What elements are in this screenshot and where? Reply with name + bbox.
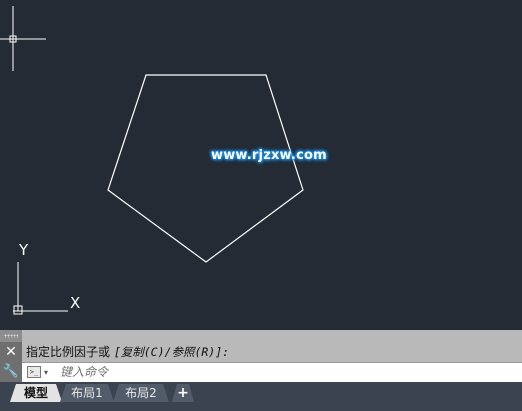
- command-history-options[interactable]: [复制(C)/参照(R)]:: [114, 345, 229, 359]
- ucs-icon: [13, 262, 68, 315]
- tab-model[interactable]: 模型: [10, 384, 62, 402]
- grip-dots-icon: [4, 334, 18, 338]
- command-input-box[interactable]: >_ ▾: [22, 362, 522, 382]
- chevron-down-icon[interactable]: ▾: [44, 364, 48, 382]
- command-history-prefix: 指定比例因子或: [26, 345, 114, 359]
- crosshair-cursor: [0, 6, 46, 71]
- ucs-x-label: X: [70, 294, 80, 312]
- add-layout-icon[interactable]: +: [172, 384, 194, 402]
- command-line-panel: ✕ 🔧 指定比例因子或 [复制(C)/参照(R)]: >_ ▾: [0, 330, 522, 382]
- drawing-canvas[interactable]: Y X www.rjzxw.com: [0, 0, 522, 330]
- command-prompt-icon[interactable]: >_: [27, 366, 41, 378]
- command-input[interactable]: [60, 363, 500, 382]
- tab-layout1[interactable]: 布局1: [60, 384, 114, 402]
- wrench-icon[interactable]: 🔧: [0, 362, 22, 382]
- command-history-line: 指定比例因子或 [复制(C)/参照(R)]:: [26, 342, 229, 362]
- drawing-canvas-svg[interactable]: Y X: [0, 0, 522, 330]
- ucs-y-label: Y: [18, 241, 29, 259]
- layout-tab-bar: 模型 布局1 布局2 +: [0, 382, 522, 411]
- command-line-grip[interactable]: [0, 330, 22, 342]
- watermark-text: www.rjzxw.com: [211, 148, 327, 163]
- pentagon-shape[interactable]: [107, 74, 304, 263]
- tab-layout2[interactable]: 布局2: [113, 384, 169, 402]
- close-icon[interactable]: ✕: [0, 342, 22, 362]
